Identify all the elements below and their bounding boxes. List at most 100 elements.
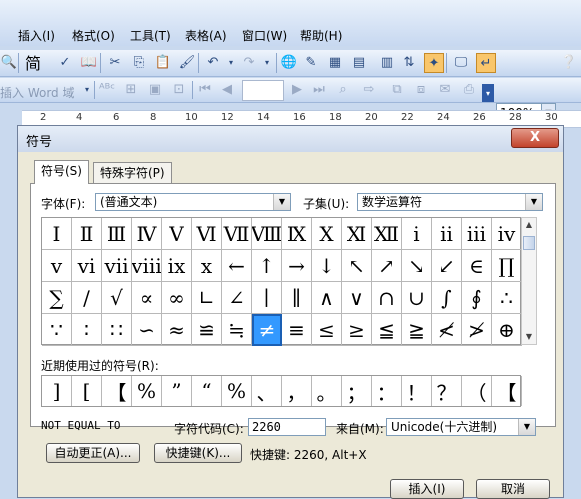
chevron-down-icon[interactable]: ▼ bbox=[518, 419, 535, 435]
symbol-cell-selected[interactable]: ≠ bbox=[252, 314, 282, 346]
show-hide-icon[interactable]: ↵ bbox=[476, 53, 496, 73]
columns-icon[interactable]: ▥ bbox=[378, 53, 396, 71]
dialog-titlebar[interactable]: 符号 X bbox=[18, 126, 563, 152]
first-record-icon[interactable]: ⏮ bbox=[196, 80, 214, 98]
scroll-thumb[interactable] bbox=[523, 236, 535, 250]
previous-record-icon[interactable]: ◀ bbox=[218, 80, 236, 98]
tab-symbols[interactable]: 符号(S) bbox=[34, 160, 89, 184]
recent-symbol-cell[interactable]: ？ bbox=[432, 376, 462, 406]
spelling-icon[interactable]: ✓ bbox=[56, 53, 74, 71]
recent-symbol-cell[interactable]: （ bbox=[462, 376, 492, 406]
symbol-cell[interactable]: ⅷ bbox=[132, 250, 162, 282]
symbol-cell[interactable]: ⅶ bbox=[102, 250, 132, 282]
symbol-cell[interactable]: ⅳ bbox=[492, 218, 522, 250]
symbol-cell[interactable]: ⅴ bbox=[42, 250, 72, 282]
insert-excel-icon[interactable]: ▤ bbox=[350, 53, 368, 71]
symbol-cell[interactable]: ← bbox=[222, 250, 252, 282]
symbol-grid-scrollbar[interactable]: ▲ ▼ bbox=[521, 217, 537, 345]
symbol-cell[interactable]: ∕ bbox=[72, 282, 102, 314]
menu-format[interactable]: 格式(O) bbox=[72, 27, 115, 44]
redo-icon[interactable]: ↷ bbox=[240, 53, 258, 71]
symbol-cell[interactable]: ∮ bbox=[462, 282, 492, 314]
symbol-cell[interactable]: Ⅷ bbox=[252, 218, 282, 250]
symbol-cell[interactable]: ∟ bbox=[192, 282, 222, 314]
symbol-cell[interactable]: ⊕ bbox=[492, 314, 522, 346]
symbol-cell[interactable]: ∪ bbox=[402, 282, 432, 314]
symbol-cell[interactable]: ≯ bbox=[462, 314, 492, 346]
insert-word-field[interactable]: 插入 Word 域 bbox=[0, 84, 74, 101]
reading-icon[interactable]: 🖵 bbox=[452, 53, 470, 71]
insert-table-icon[interactable]: ▦ bbox=[326, 53, 344, 71]
symbol-cell[interactable]: → bbox=[282, 250, 312, 282]
recent-symbol-cell[interactable]: ； bbox=[342, 376, 372, 406]
next-record-icon[interactable]: ▶ bbox=[288, 80, 306, 98]
symbol-cell[interactable]: ↖ bbox=[342, 250, 372, 282]
symbol-cell[interactable]: ⅲ bbox=[462, 218, 492, 250]
symbol-cell[interactable]: Ⅺ bbox=[342, 218, 372, 250]
scroll-down-icon[interactable]: ▼ bbox=[522, 330, 536, 344]
symbol-cell[interactable]: ≤ bbox=[312, 314, 342, 346]
symbol-cell[interactable]: ⅱ bbox=[432, 218, 462, 250]
subset-select[interactable]: 数学运算符 ▼ bbox=[357, 193, 543, 211]
from-select[interactable]: Unicode(十六进制) ▼ bbox=[386, 418, 536, 436]
chevron-down-icon[interactable]: ▼ bbox=[273, 194, 290, 210]
recent-symbol-cell[interactable]: 【 bbox=[102, 376, 132, 406]
symbol-cell[interactable]: √ bbox=[102, 282, 132, 314]
merge-printer-icon[interactable]: ⧈ bbox=[412, 80, 430, 98]
field-codes-icon[interactable]: ᴬᴮᶜ bbox=[98, 80, 116, 98]
char-code-field[interactable]: 2260 bbox=[248, 418, 326, 436]
symbol-cell[interactable]: ∑ bbox=[42, 282, 72, 314]
recent-symbol-cell[interactable]: 。 bbox=[312, 376, 342, 406]
symbol-cell[interactable]: ∩ bbox=[372, 282, 402, 314]
menu-tools[interactable]: 工具(T) bbox=[130, 27, 171, 44]
autocorrect-button[interactable]: 自动更正(A)... bbox=[46, 443, 140, 463]
close-button[interactable]: X bbox=[511, 128, 559, 148]
symbol-cell[interactable]: ≥ bbox=[342, 314, 372, 346]
recent-symbol-cell[interactable]: % bbox=[222, 376, 252, 406]
symbol-cell[interactable]: ∥ bbox=[282, 282, 312, 314]
format-painter-icon[interactable]: 🖌 bbox=[178, 53, 196, 71]
symbol-cell[interactable]: ∷ bbox=[102, 314, 132, 346]
symbol-cell[interactable]: ∫ bbox=[432, 282, 462, 314]
symbol-cell[interactable]: ∠ bbox=[222, 282, 252, 314]
menu-window[interactable]: 窗口(W) bbox=[242, 27, 287, 44]
recent-symbol-cell[interactable]: ， bbox=[282, 376, 312, 406]
undo-dropdown-icon[interactable]: ▾ bbox=[222, 53, 240, 71]
symbol-cell[interactable]: ∣ bbox=[252, 282, 282, 314]
symbol-cell[interactable]: ⅸ bbox=[162, 250, 192, 282]
merge-fax-icon[interactable]: ⎙ bbox=[460, 80, 478, 98]
simplified-chinese-button[interactable]: 简 bbox=[22, 53, 44, 73]
merge-document-icon[interactable]: ⧉ bbox=[388, 80, 406, 98]
symbol-cell[interactable]: ∵ bbox=[42, 314, 72, 346]
symbol-cell[interactable]: ∨ bbox=[342, 282, 372, 314]
recent-symbol-cell[interactable]: ： bbox=[372, 376, 402, 406]
recent-symbol-cell[interactable]: 【 bbox=[492, 376, 522, 406]
symbol-cell[interactable]: ∈ bbox=[462, 250, 492, 282]
symbol-cell[interactable]: ≈ bbox=[162, 314, 192, 346]
document-map-icon[interactable]: ✦ bbox=[424, 53, 444, 73]
recent-symbol-cell[interactable]: % bbox=[132, 376, 162, 406]
symbol-cell[interactable]: ≮ bbox=[432, 314, 462, 346]
recent-symbol-cell[interactable]: ] bbox=[42, 376, 72, 406]
recent-symbol-cell[interactable]: ” bbox=[162, 376, 192, 406]
menu-table[interactable]: 表格(A) bbox=[185, 27, 227, 44]
shortcut-key-button[interactable]: 快捷键(K)... bbox=[154, 443, 242, 463]
symbol-cell[interactable]: Ⅰ bbox=[42, 218, 72, 250]
symbol-cell[interactable]: ∝ bbox=[132, 282, 162, 314]
cut-icon[interactable]: ✂ bbox=[106, 53, 124, 71]
font-select[interactable]: (普通文本) ▼ bbox=[95, 193, 291, 211]
recent-symbol-cell[interactable]: ！ bbox=[402, 376, 432, 406]
merge-email-icon[interactable]: ✉ bbox=[436, 80, 454, 98]
help-icon[interactable]: ❔ bbox=[560, 53, 578, 71]
scroll-up-icon[interactable]: ▲ bbox=[522, 218, 536, 232]
copy-icon[interactable]: ⎘ bbox=[130, 53, 148, 71]
cancel-button[interactable]: 取消 bbox=[476, 479, 550, 499]
research-icon[interactable]: 📖 bbox=[80, 53, 98, 71]
symbol-cell[interactable]: ⅵ bbox=[72, 250, 102, 282]
symbol-cell[interactable]: Ⅱ bbox=[72, 218, 102, 250]
tables-borders-icon[interactable]: ✎ bbox=[302, 53, 320, 71]
symbol-cell[interactable]: ∶ bbox=[72, 314, 102, 346]
symbol-cell[interactable]: ≡ bbox=[282, 314, 312, 346]
print-preview-icon[interactable]: 🔍 bbox=[0, 53, 18, 71]
chevron-down-icon[interactable]: ▼ bbox=[525, 194, 542, 210]
